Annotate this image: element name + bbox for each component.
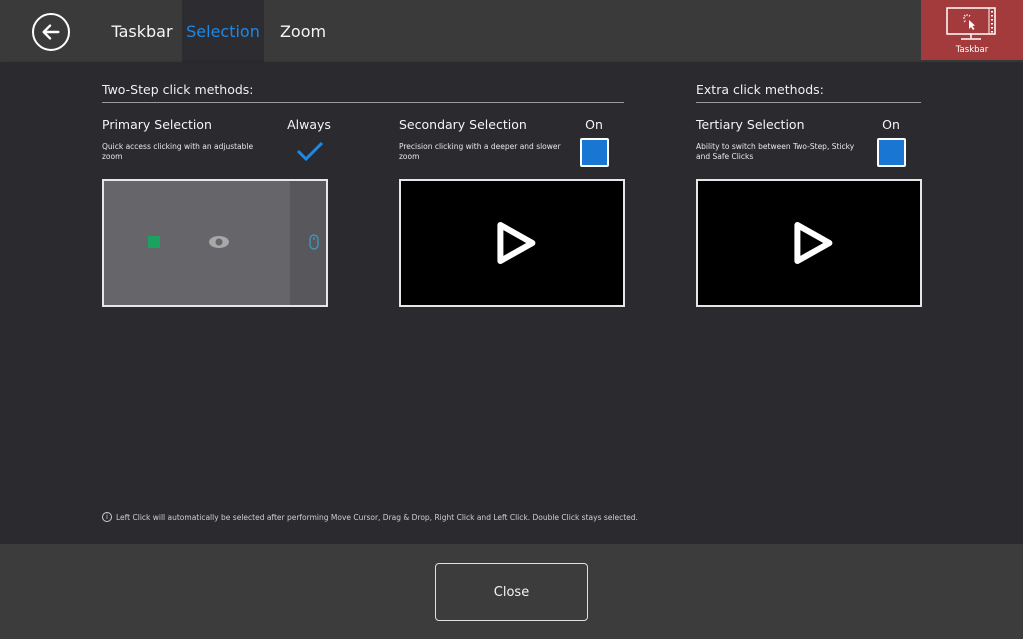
tertiary-selection-checkbox[interactable]	[877, 138, 906, 167]
top-bar: Taskbar Selection Zoom Taskbar	[0, 0, 1023, 62]
footer: Close	[0, 544, 1023, 639]
two-step-group-title: Two-Step click methods:	[102, 82, 254, 97]
tertiary-selection-video[interactable]	[696, 179, 922, 307]
extra-group-title: Extra click methods:	[696, 82, 824, 97]
info-note-text: Left Click will automatically be selecte…	[116, 512, 638, 522]
info-note: i Left Click will automatically be selec…	[102, 512, 638, 522]
mouse-icon	[309, 234, 319, 250]
checkmark-icon	[296, 141, 324, 162]
secondary-selection-video[interactable]	[399, 179, 625, 307]
secondary-selection-title: Secondary Selection	[399, 117, 527, 132]
preview-side-panel	[290, 181, 326, 305]
back-button[interactable]	[32, 13, 70, 51]
primary-selection-description: Quick access clicking with an adjustable…	[102, 142, 254, 161]
tab-selection[interactable]: Selection	[182, 0, 264, 62]
taskbar-tile-label: Taskbar	[955, 45, 989, 55]
app-icon	[148, 236, 160, 248]
arrow-left-icon	[42, 24, 60, 40]
play-icon	[497, 222, 536, 264]
tertiary-selection-description: Ability to switch between Two-Step, Stic…	[696, 142, 855, 161]
secondary-selection-state: On	[585, 117, 603, 132]
info-icon: i	[102, 512, 112, 522]
tab-zoom[interactable]: Zoom	[264, 0, 342, 62]
two-step-divider	[102, 102, 624, 103]
taskbar-tile-button[interactable]: Taskbar	[921, 0, 1023, 60]
tertiary-selection-title: Tertiary Selection	[696, 117, 805, 132]
close-button[interactable]: Close	[435, 563, 588, 621]
selection-panel: Two-Step click methods: Extra click meth…	[0, 62, 1023, 544]
extra-divider	[696, 102, 921, 103]
secondary-selection-description: Precision clicking with a deeper and slo…	[399, 142, 561, 161]
secondary-selection-checkbox[interactable]	[580, 138, 609, 167]
primary-selection-preview[interactable]	[102, 179, 328, 307]
tab-taskbar[interactable]: Taskbar	[103, 0, 181, 62]
monitor-cursor-icon	[946, 7, 996, 40]
play-icon	[794, 222, 833, 264]
tertiary-selection-state: On	[882, 117, 900, 132]
primary-selection-title: Primary Selection	[102, 117, 212, 132]
eye-icon	[209, 236, 229, 248]
primary-selection-state: Always	[287, 117, 331, 132]
